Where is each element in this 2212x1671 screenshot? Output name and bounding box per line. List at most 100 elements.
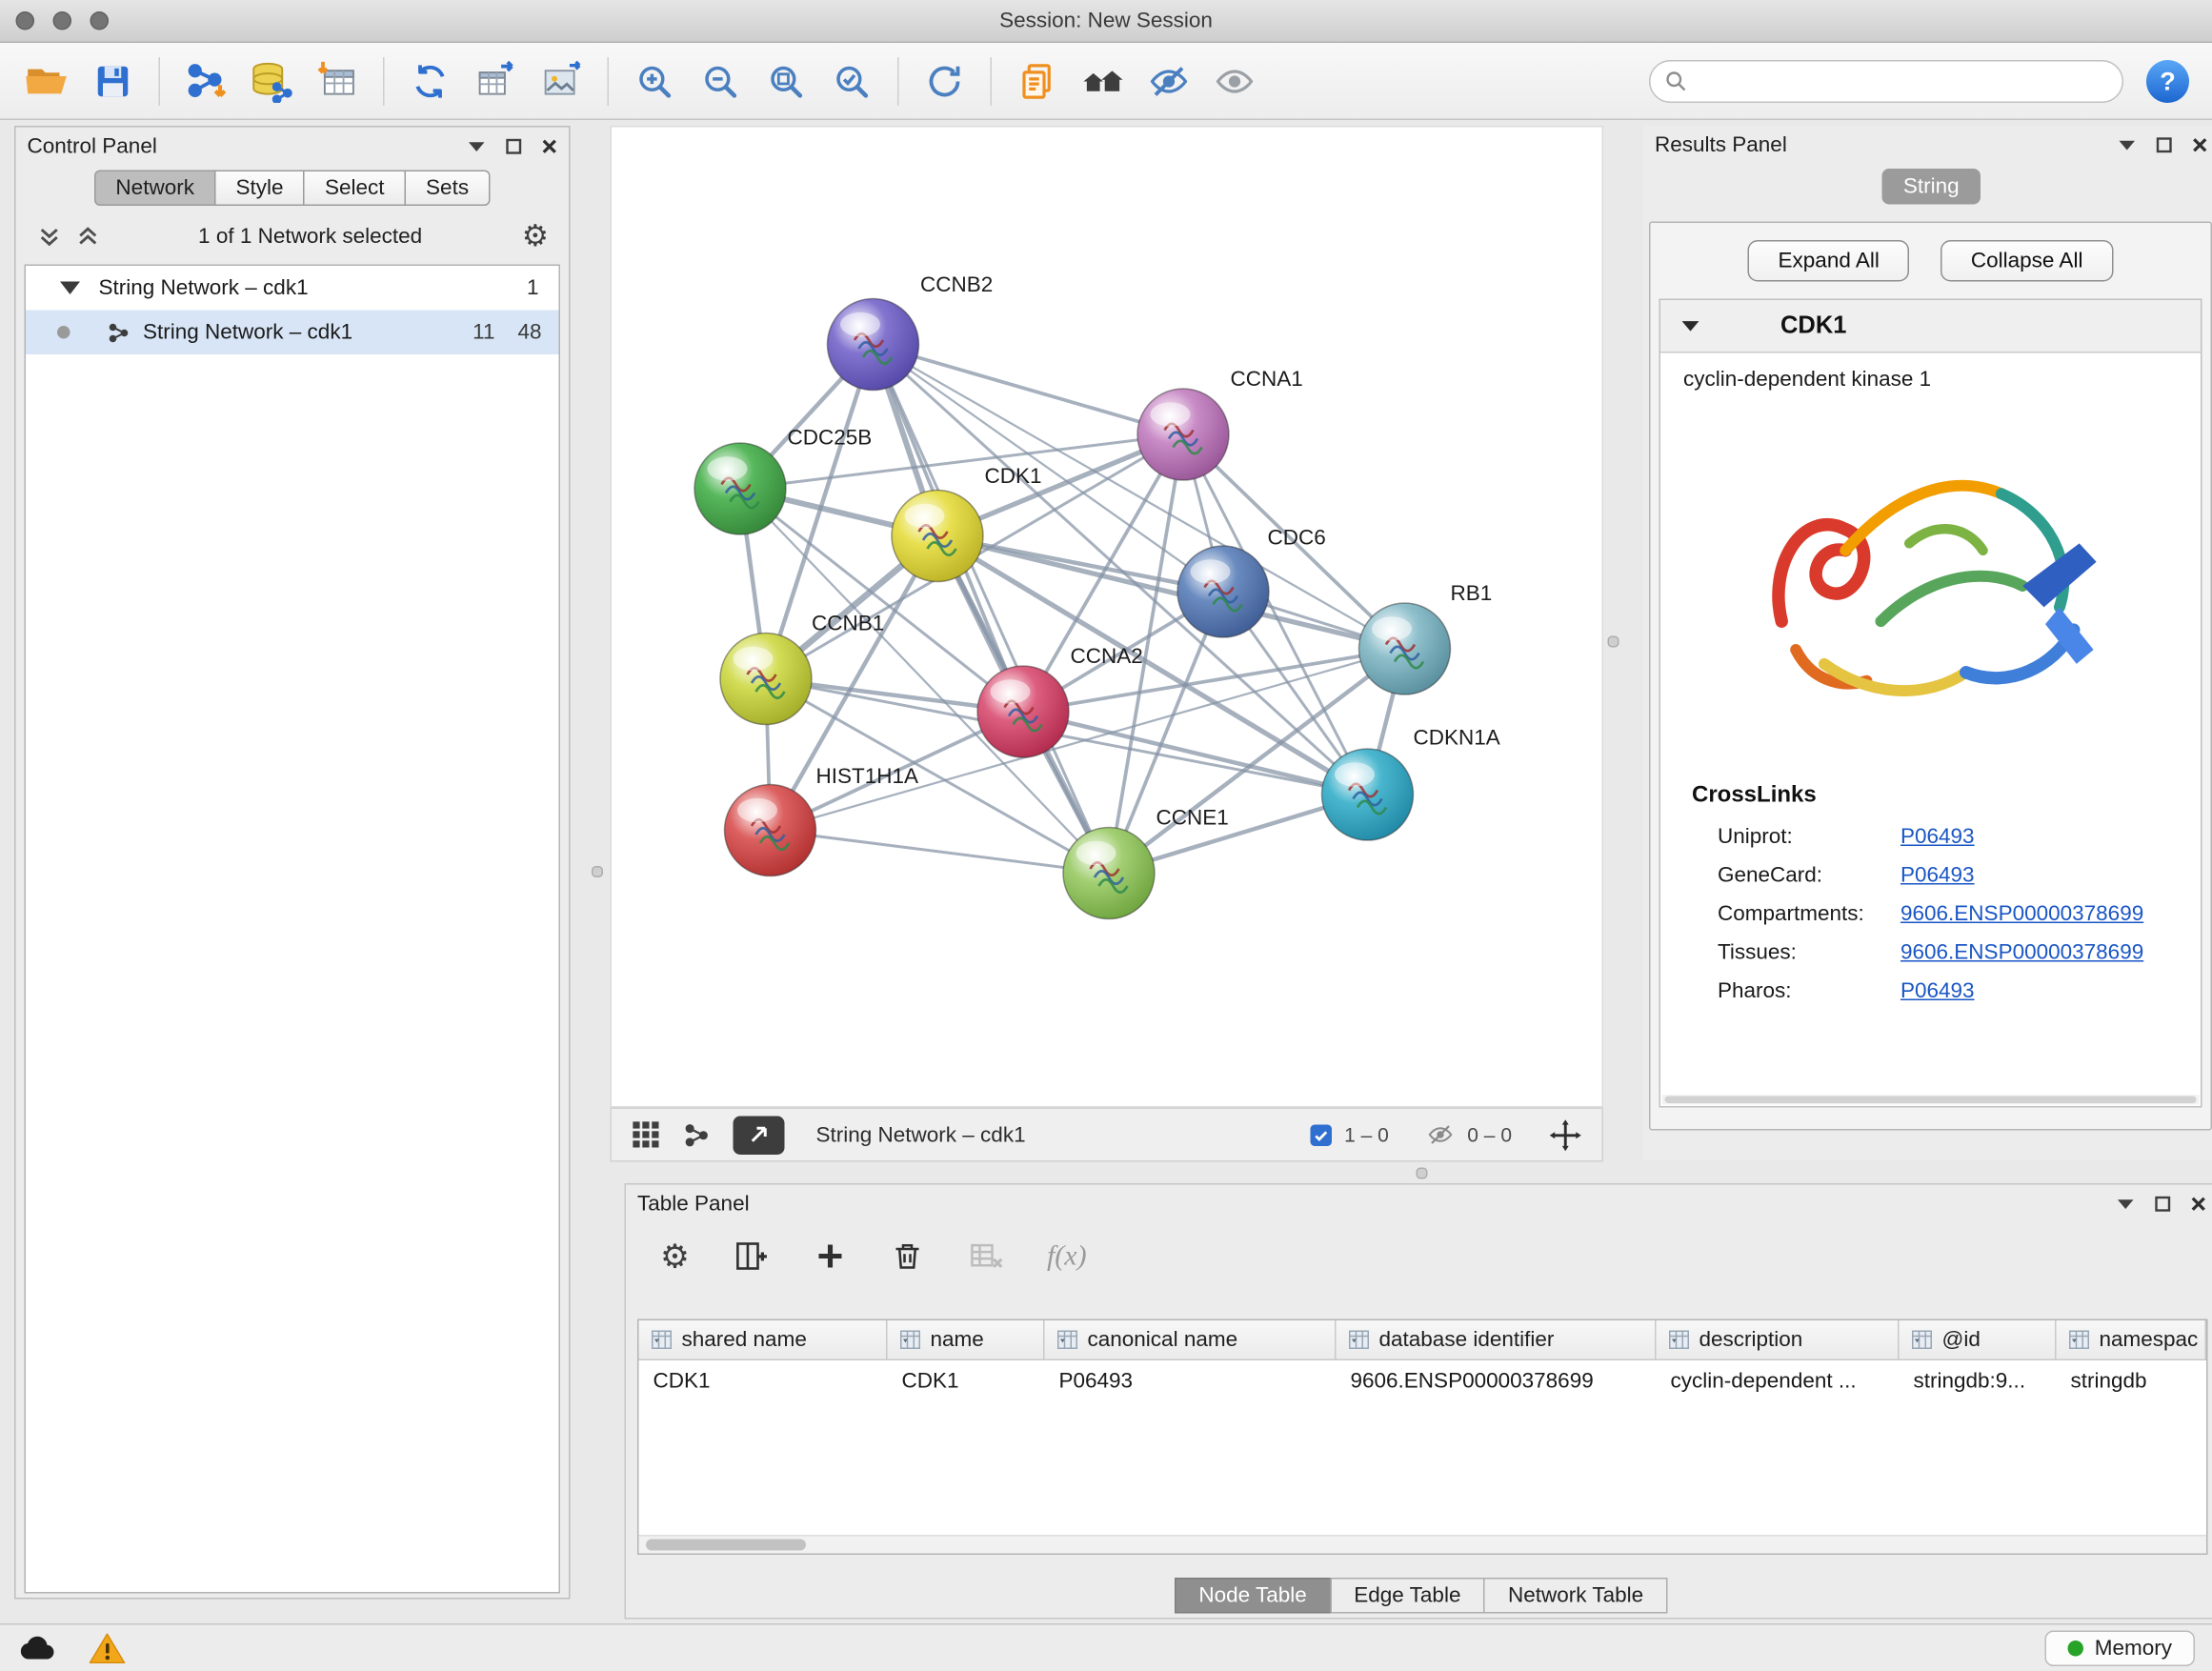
network-node-rb1[interactable]: RB1 [1359,581,1493,695]
float-panel-icon[interactable] [2118,138,2137,151]
tab-node-table[interactable]: Node Table [1175,1578,1331,1614]
crosslink-compartments-link[interactable]: 9606.ENSP00000378699 [1900,902,2143,927]
network-edge[interactable] [874,345,1184,435]
warning-icon[interactable] [89,1631,126,1664]
hidden-elements-icon[interactable] [1426,1122,1455,1148]
close-window-button[interactable] [16,11,35,30]
annotation-button[interactable] [1005,50,1071,112]
tab-style[interactable]: Style [214,171,305,207]
add-column-icon[interactable] [733,1238,770,1275]
table-horizontal-scrollbar[interactable] [639,1535,2207,1554]
network-node-ccne1[interactable]: CCNE1 [1063,806,1229,919]
new-table-button[interactable] [463,50,529,112]
tab-select[interactable]: Select [303,171,406,207]
cloud-status-icon[interactable] [17,1634,57,1662]
column-header-database-identifier[interactable]: database identifier [1337,1320,1657,1359]
crosslink-genecard-link[interactable]: P06493 [1900,863,1975,888]
network-options-gear-icon[interactable]: ⚙ [522,222,549,252]
network-row-selected[interactable]: String Network – cdk1 11 48 [26,311,559,355]
splitter-handle[interactable] [1417,1168,1428,1179]
cell-name[interactable]: CDK1 [888,1360,1045,1400]
network-collection-row[interactable]: String Network – cdk1 1 [26,266,559,311]
fit-network-button[interactable] [734,1116,785,1155]
tab-network[interactable]: Network [94,171,216,207]
collapse-all-icon[interactable] [39,226,61,248]
network-graph[interactable]: CCNB2CCNA1CDC25BCDK1CDC6RB1CCNB1CCNA2CDK… [612,128,1602,1107]
column-header-name[interactable]: name [888,1320,1045,1359]
pan-crosshair-icon[interactable] [1549,1118,1582,1152]
cell-description[interactable]: cyclin-dependent ... [1657,1360,1900,1400]
column-header-id[interactable]: @id [1900,1320,2057,1359]
new-network-button[interactable] [397,50,463,112]
cell-id[interactable]: stringdb:9... [1900,1360,2057,1400]
zoom-fit-button[interactable] [754,50,819,112]
export-image-button[interactable] [529,50,594,112]
network-node-ccna1[interactable]: CCNA1 [1137,367,1303,480]
cell-namespace[interactable]: stringdb [2057,1360,2207,1400]
column-header-description[interactable]: description [1657,1320,1900,1359]
import-network-from-database-button[interactable] [239,50,305,112]
maximize-panel-icon[interactable] [506,138,522,154]
zoom-out-button[interactable] [688,50,754,112]
network-edge[interactable] [771,831,1110,874]
memory-button[interactable]: Memory [2044,1630,2195,1666]
cell-shared-name[interactable]: CDK1 [639,1360,888,1400]
zoom-in-button[interactable] [622,50,688,112]
table-options-gear-icon[interactable]: ⚙ [660,1239,690,1273]
table-row[interactable]: CDK1 CDK1 P06493 9606.ENSP00000378699 cy… [639,1360,2207,1400]
collapse-section-icon[interactable] [1680,319,1700,333]
collapse-all-button[interactable]: Collapse All [1941,240,2113,282]
birdseye-view-icon[interactable] [632,1120,660,1149]
crosslink-tissues-link[interactable]: 9606.ENSP00000378699 [1900,940,2143,965]
network-edge[interactable] [874,345,1110,874]
crosslink-uniprot-link[interactable]: P06493 [1900,825,1975,850]
refresh-view-button[interactable] [912,50,977,112]
maximize-panel-icon[interactable] [2157,136,2173,152]
toolbar-search[interactable] [1649,59,2123,102]
home-navigation-button[interactable] [1071,50,1136,112]
add-row-icon[interactable] [813,1239,847,1274]
tab-edge-table[interactable]: Edge Table [1330,1578,1485,1614]
network-view-canvas[interactable]: CCNB2CCNA1CDC25BCDK1CDC6RB1CCNB1CCNA2CDK… [611,126,1604,1108]
float-panel-icon[interactable] [2117,1197,2136,1210]
selected-nodes-checkbox-icon[interactable] [1310,1124,1332,1146]
zoom-selected-button[interactable] [819,50,885,112]
cell-canonical-name[interactable]: P06493 [1045,1360,1337,1400]
delete-row-trash-icon[interactable] [890,1239,924,1274]
close-panel-icon[interactable] [2192,136,2208,152]
zoom-window-button[interactable] [90,11,110,30]
scrollbar-thumb[interactable] [646,1540,806,1551]
tab-sets[interactable]: Sets [405,171,491,207]
import-table-button[interactable] [305,50,371,112]
results-horizontal-scrollbar[interactable] [1662,1095,2200,1105]
network-node-cdkn1a[interactable]: CDKN1A [1322,726,1500,841]
float-panel-icon[interactable] [468,139,487,152]
disclosure-triangle-icon[interactable] [60,282,80,295]
splitter-handle[interactable] [592,866,603,877]
column-header-namespace[interactable]: namespac [2057,1320,2207,1359]
search-input[interactable] [1698,70,2108,92]
minimize-window-button[interactable] [53,11,72,30]
network-node-hist1h1a[interactable]: HIST1H1A [725,764,919,876]
tab-network-table[interactable]: Network Table [1483,1578,1667,1614]
crosslink-pharos-link[interactable]: P06493 [1900,979,1975,1004]
maximize-panel-icon[interactable] [2155,1196,2171,1212]
network-node-ccnb1[interactable]: CCNB1 [720,612,884,725]
column-header-shared-name[interactable]: shared name [639,1320,888,1359]
help-button[interactable]: ? [2143,56,2192,105]
network-overview-icon[interactable] [683,1121,711,1149]
hide-selected-button[interactable] [1136,50,1202,112]
network-node-cdk1[interactable]: CDK1 [892,464,1042,581]
expand-all-icon[interactable] [77,226,99,248]
open-session-button[interactable] [14,50,80,112]
save-session-button[interactable] [80,50,146,112]
show-hidden-button[interactable] [1202,50,1268,112]
splitter-handle[interactable] [1608,636,1619,648]
network-node-cdc6[interactable]: CDC6 [1177,526,1326,638]
gene-card-header[interactable]: CDK1 [1660,300,2201,353]
close-panel-icon[interactable] [542,138,558,154]
column-header-canonical-name[interactable]: canonical name [1045,1320,1337,1359]
import-network-from-file-button[interactable] [173,50,239,112]
network-edge[interactable] [937,536,1405,650]
expand-all-button[interactable]: Expand All [1748,240,1909,282]
